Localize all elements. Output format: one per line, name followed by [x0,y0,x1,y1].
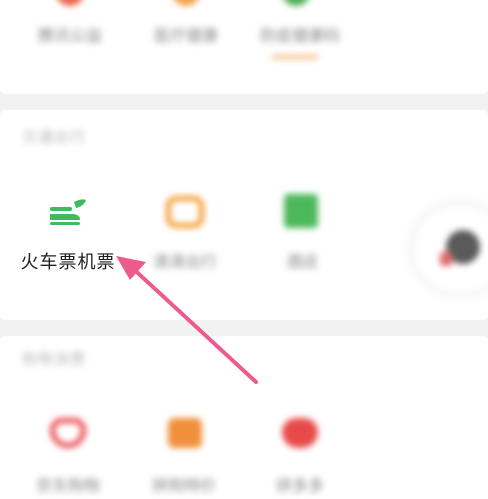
top-services-card: 腾讯公益 医疗健康 防疫健康码 [0,0,488,94]
heart-hands-icon [56,0,84,6]
service-label-pinduoduo[interactable]: 拼购特价 [142,472,226,496]
service-label-hotel[interactable]: 酒店 [272,248,332,272]
hotel-icon[interactable] [284,194,318,228]
service-label-train-plane[interactable]: 火车票机票 [18,248,118,274]
service-label-charity[interactable]: 腾讯公益 [28,22,112,46]
service-label-jd[interactable]: 京东购物 [26,472,110,496]
didi-icon[interactable] [166,196,204,228]
pinduoduo-icon[interactable] [168,418,202,448]
health-code-icon [282,0,310,6]
service-label-medical[interactable]: 医疗健康 [144,22,228,46]
section-title-travel: 交通出行 [22,128,87,146]
floating-assistant-badge [440,252,452,266]
service-label-didi[interactable]: 滴滴出行 [140,248,230,272]
heart-icon[interactable] [282,418,318,448]
wechat-services-page: 腾讯公益 医疗健康 防疫健康码 交通出行 火车票机票 滴滴出行 酒店 购物消费 … [0,0,488,499]
service-label-pdd[interactable]: 拼多多 [262,472,338,496]
shopping-services-card: 购物消费 京东购物 拼购特价 拼多多 [0,336,488,499]
section-title-shopping: 购物消费 [22,350,87,368]
travel-services-card: 交通出行 火车票机票 滴滴出行 酒店 [0,110,488,320]
active-indicator [272,55,318,59]
service-label-health-code[interactable]: 防疫健康码 [248,22,352,46]
jd-icon[interactable] [50,418,86,448]
medical-icon [172,0,200,6]
train-plane-icon[interactable] [46,194,88,228]
